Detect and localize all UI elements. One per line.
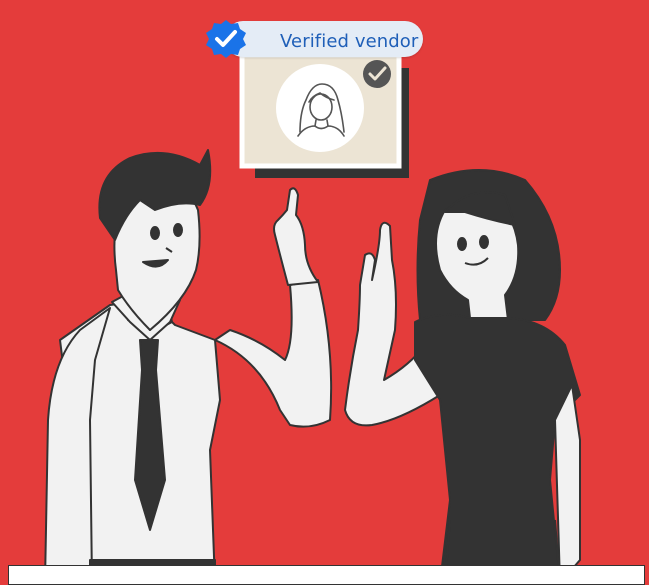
high-five-illustration — [44, 52, 581, 583]
verified-vendor-badge: Verified vendor — [203, 18, 423, 60]
verified-check-icon — [363, 60, 391, 88]
badge-label: Verified vendor — [280, 31, 419, 52]
bottom-bar — [8, 565, 645, 585]
profile-card — [239, 52, 409, 178]
woman-figure — [344, 169, 581, 583]
verified-check-icon — [206, 20, 246, 58]
man-figure — [44, 149, 333, 583]
badge-pill: Verified vendor — [225, 21, 423, 57]
